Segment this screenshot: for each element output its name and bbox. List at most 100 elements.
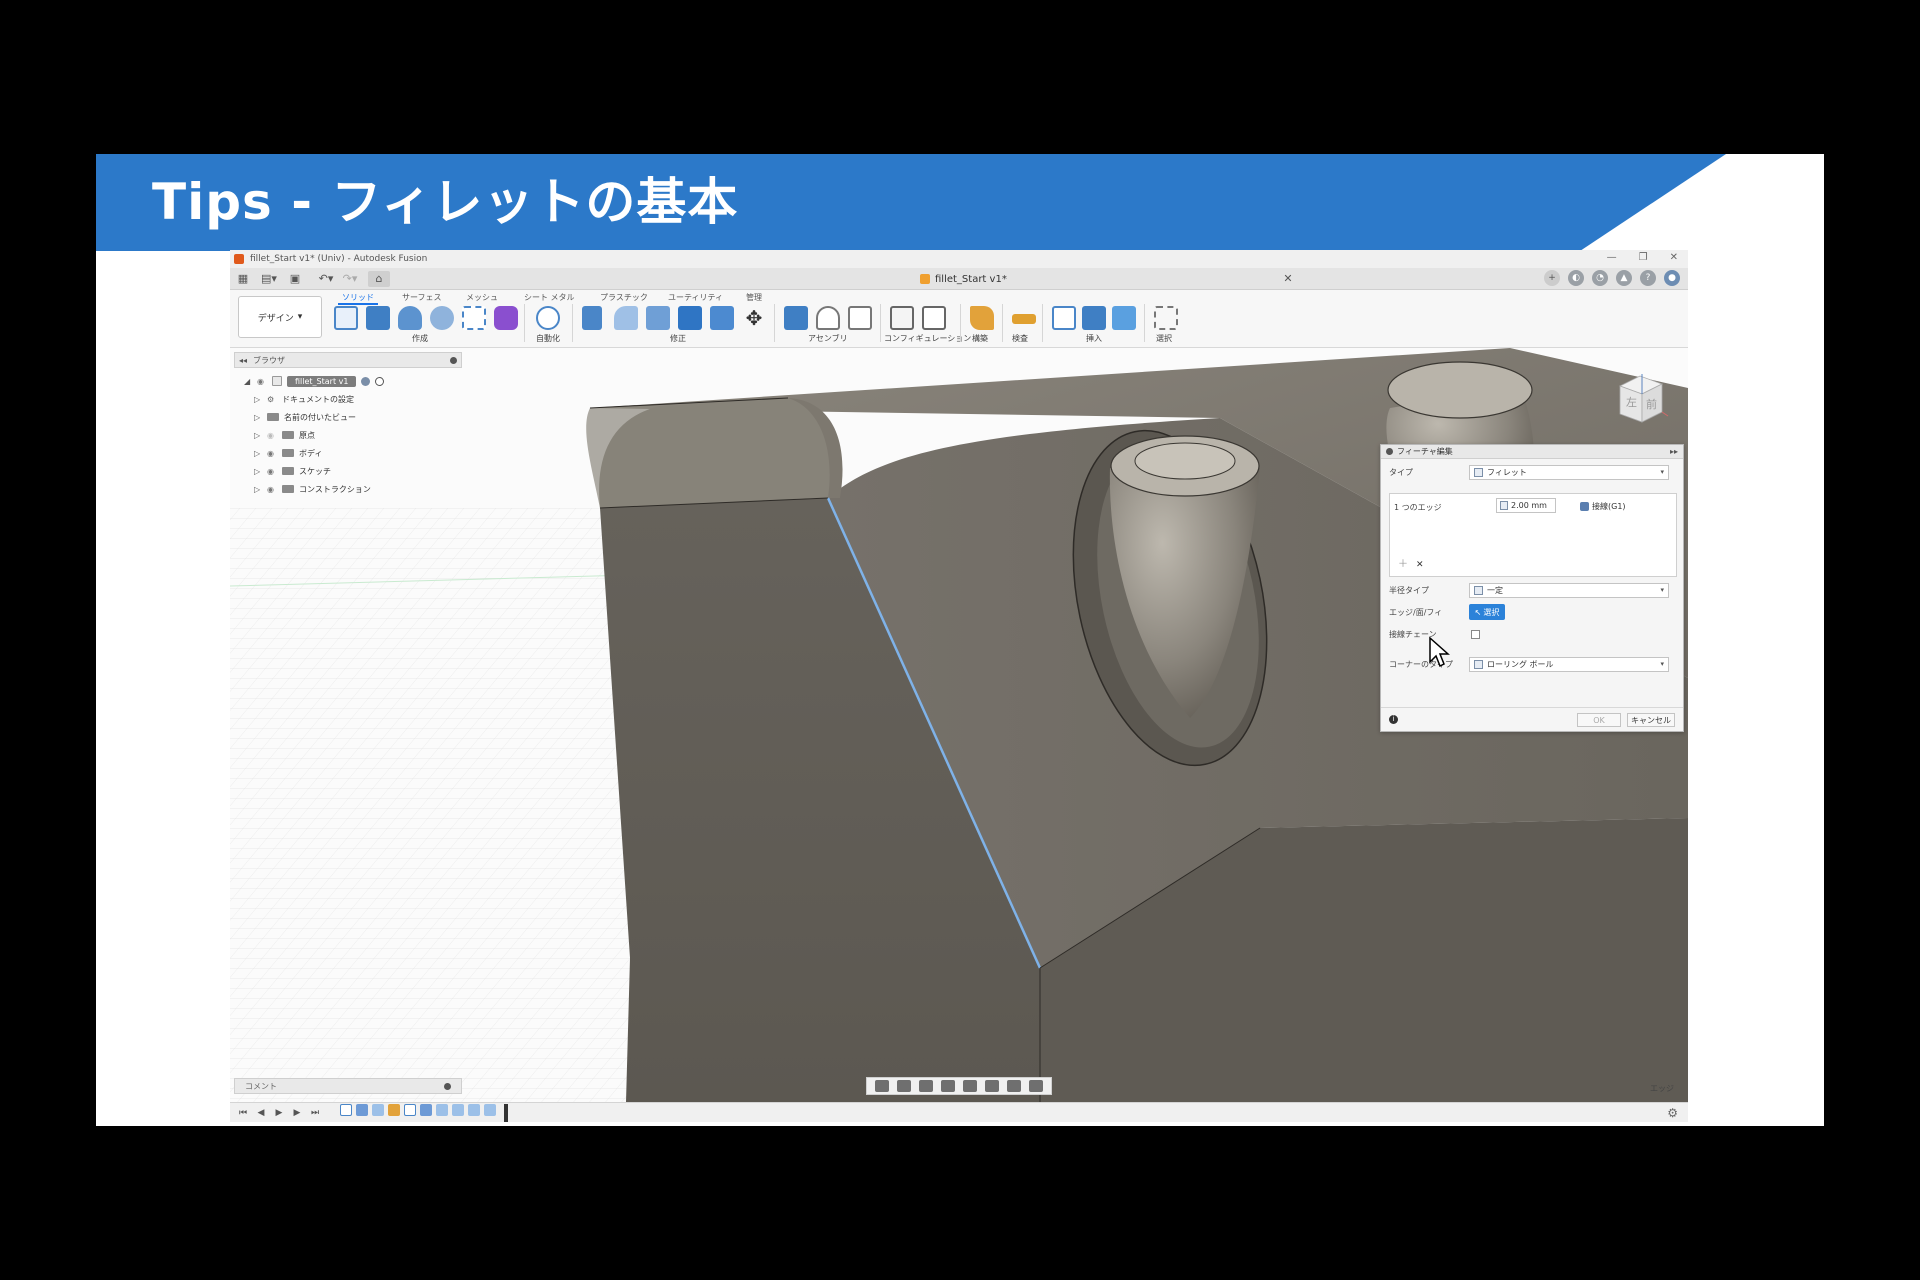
new-tab-icon[interactable]: + [1544, 270, 1560, 286]
activate-radio-icon[interactable] [375, 376, 385, 386]
tangent-continuity-dropdown[interactable]: 接線(G1) [1580, 501, 1626, 512]
timeline-extrude-step[interactable] [356, 1103, 368, 1116]
tab-surface[interactable]: サーフェス [402, 292, 442, 303]
orbit-icon[interactable] [875, 1080, 889, 1092]
dialog-header[interactable]: フィーチャ編集 ▸▸ [1381, 445, 1683, 459]
expand-arrow-icon[interactable]: ▷ [254, 431, 262, 440]
as-built-joint-icon[interactable] [848, 306, 872, 330]
tab-solid[interactable]: ソリッド [338, 292, 378, 305]
tab-manage[interactable]: 管理 [746, 292, 762, 303]
notification-bell-icon[interactable]: ▲ [1616, 270, 1632, 286]
form-icon[interactable] [494, 306, 518, 330]
visibility-eye-icon[interactable]: ◉ [267, 467, 277, 476]
tab-close-icon[interactable]: ✕ [1282, 271, 1294, 287]
tab-mesh[interactable]: メッシュ [466, 292, 498, 303]
timeline-fillet-step[interactable] [468, 1103, 480, 1116]
app-grid-icon[interactable]: ▦ [236, 271, 250, 287]
measure-icon[interactable] [1012, 314, 1036, 324]
go-to-start-icon[interactable]: ⏮ [238, 1108, 248, 1118]
tree-item-named-views[interactable]: ▷ 名前の付いたビュー [244, 408, 484, 426]
press-pull-icon[interactable] [582, 306, 602, 330]
pattern-icon[interactable] [462, 306, 486, 330]
tangent-chain-checkbox[interactable] [1471, 629, 1480, 639]
visibility-eye-icon[interactable]: ◉ [267, 485, 277, 494]
collapse-icon[interactable]: ◂◂ [239, 356, 247, 365]
tree-root[interactable]: ◢ ◉ fillet_Start v1 [244, 372, 484, 390]
play-icon[interactable]: ▶ [274, 1108, 284, 1118]
visibility-eye-icon[interactable]: ◉ [267, 449, 277, 458]
fit-icon[interactable] [963, 1080, 977, 1092]
shell-icon[interactable] [678, 306, 702, 330]
automate-icon[interactable] [536, 306, 560, 330]
group-construct-label[interactable]: 構築 [972, 333, 988, 344]
close-icon[interactable]: ✕ [1670, 252, 1678, 263]
browser-panel-header[interactable]: ◂◂ ブラウザ [234, 352, 462, 368]
3d-viewport[interactable]: ◂◂ ブラウザ ◢ ◉ fillet_Start v1 ▷ ⚙ ドキュメントの設… [230, 348, 1688, 1102]
insert-derive-icon[interactable] [1052, 306, 1076, 330]
construct-plane-icon[interactable] [970, 306, 994, 330]
create-sketch-icon[interactable] [334, 306, 358, 330]
step-forward-icon[interactable]: ▶ [292, 1108, 302, 1118]
comments-add-icon[interactable] [444, 1082, 451, 1090]
info-icon[interactable]: i [1389, 715, 1398, 724]
display-settings-icon[interactable] [985, 1080, 999, 1092]
viewcube-left-label[interactable]: 左 [1626, 396, 1637, 409]
help-icon[interactable]: ? [1640, 270, 1656, 286]
workspace-switcher-button[interactable]: デザイン ▾ [238, 296, 322, 338]
undo-icon[interactable]: ↶▾ [316, 271, 336, 287]
joint-icon[interactable] [816, 306, 840, 330]
new-component-icon[interactable] [784, 306, 808, 330]
tab-utilities[interactable]: ユーティリティ [668, 292, 723, 303]
timeline-sketch-step[interactable] [404, 1103, 416, 1116]
step-back-icon[interactable]: ◀ [256, 1108, 266, 1118]
radius-type-dropdown[interactable]: 一定 ▾ [1469, 582, 1669, 598]
group-modify-label[interactable]: 修正 [670, 333, 686, 344]
timeline-sketch-step[interactable] [340, 1103, 352, 1116]
panel-pin-icon[interactable] [450, 356, 457, 364]
pan-hand-icon[interactable] [919, 1080, 933, 1092]
group-automate-label[interactable]: 自動化 [536, 333, 560, 344]
timeline-extrude-step[interactable] [420, 1103, 432, 1116]
group-assemble-label[interactable]: アセンブリ [808, 333, 848, 344]
group-create-label[interactable]: 作成 [412, 333, 428, 344]
dialog-menu-icon[interactable] [1386, 448, 1393, 455]
job-status-icon[interactable]: ◔ [1592, 270, 1608, 286]
zoom-icon[interactable] [941, 1080, 955, 1092]
group-select-label[interactable]: 選択 [1156, 333, 1172, 344]
remove-selection-icon[interactable]: ✕ [1416, 560, 1424, 570]
extensions-icon[interactable]: ◐ [1568, 270, 1584, 286]
go-to-end-icon[interactable]: ⏭ [310, 1108, 320, 1118]
tree-item-document-settings[interactable]: ▷ ⚙ ドキュメントの設定 [244, 390, 484, 408]
tree-item-origin[interactable]: ▷ ◉ 原点 [244, 426, 484, 444]
select-button[interactable]: ↖ 選択 [1469, 604, 1505, 620]
look-at-icon[interactable] [897, 1080, 911, 1092]
group-configure-label[interactable]: コンフィギュレーション [884, 333, 971, 344]
expand-arrow-icon[interactable]: ▷ [254, 395, 262, 404]
hole-icon[interactable] [430, 306, 454, 330]
chamfer-icon[interactable] [646, 306, 670, 330]
timeline-plane-step[interactable] [388, 1103, 400, 1116]
save-icon[interactable]: ▣ [288, 271, 302, 287]
insert-canvas-icon[interactable] [1112, 306, 1136, 330]
configuration-table-icon[interactable] [922, 306, 946, 330]
revolve-icon[interactable] [398, 306, 422, 330]
cancel-button[interactable]: キャンセル [1627, 713, 1675, 727]
home-icon[interactable]: ⌂ [368, 271, 390, 287]
select-window-icon[interactable] [1154, 306, 1178, 330]
expand-dialog-icon[interactable]: ▸▸ [1670, 447, 1678, 456]
minimize-icon[interactable]: — [1607, 252, 1617, 263]
expand-arrow-icon[interactable]: ▷ [254, 413, 262, 422]
restore-icon[interactable]: ❐ [1639, 252, 1648, 263]
viewcube-front-label[interactable]: 前 [1646, 397, 1657, 411]
timeline-fillet-step[interactable] [372, 1103, 384, 1116]
expand-arrow-icon[interactable]: ▷ [254, 467, 262, 476]
tree-item-bodies[interactable]: ▷ ◉ ボディ [244, 444, 484, 462]
type-dropdown[interactable]: フィレット ▾ [1469, 464, 1669, 480]
group-insert-label[interactable]: 挿入 [1086, 333, 1102, 344]
add-selection-icon[interactable]: ＋ [1398, 555, 1408, 570]
document-tab[interactable]: fillet_Start v1* [920, 270, 1007, 288]
viewcube[interactable]: 左 前 [1610, 368, 1670, 428]
tree-item-construction[interactable]: ▷ ◉ コンストラクション [244, 480, 484, 498]
tab-sheet-metal[interactable]: シート メタル [524, 292, 575, 303]
group-inspect-label[interactable]: 検査 [1012, 333, 1028, 344]
